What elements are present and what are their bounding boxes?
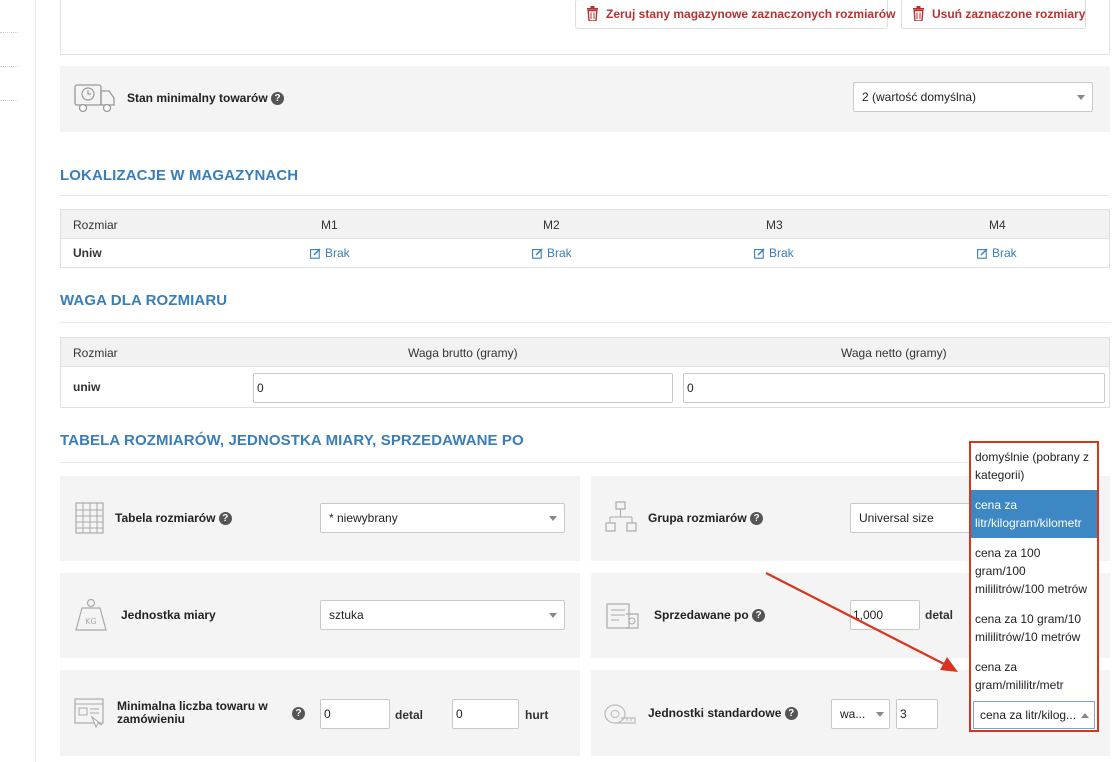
size-group-select[interactable]: Universal size xyxy=(850,503,980,533)
column-header: Waga brutto (gramy) xyxy=(408,346,518,360)
standard-units-label-group: Jednostki standardowe ? xyxy=(648,706,798,721)
help-icon[interactable]: ? xyxy=(271,92,285,106)
section-divider xyxy=(60,195,1110,196)
size-table-panel: Tabela rozmiarów ? * niewybrany xyxy=(60,476,580,561)
dropdown-option[interactable]: cena za 10 gram/10 mililitrów/10 metrów xyxy=(971,610,1097,646)
standard-units-value-input[interactable]: 3 xyxy=(896,699,938,729)
help-icon[interactable]: ? xyxy=(784,707,798,721)
edit-icon xyxy=(310,248,321,259)
size-cell: Uniw xyxy=(73,246,102,260)
sold-by-label: Sprzedawane po xyxy=(654,608,749,622)
column-header: M2 xyxy=(543,218,560,232)
size-group-label: Grupa rozmiarów xyxy=(648,511,747,525)
min-order-label: Minimalna liczba towaru w zamówieniu xyxy=(117,699,268,726)
trash-icon xyxy=(913,6,924,21)
location-link-m4[interactable]: Brak xyxy=(977,246,1017,260)
sold-by-unit: detal xyxy=(925,608,954,622)
min-order-panel: Minimalna liczba towaru w zamówieniu ? 0… xyxy=(60,670,580,756)
min-stock-select-value: 2 (wartość domyślna) xyxy=(862,90,977,104)
rail-divider xyxy=(0,100,18,101)
sold-by-label-group: Sprzedawane po ? xyxy=(654,608,766,623)
net-weight-input[interactable]: 0 xyxy=(683,373,1105,403)
edit-icon xyxy=(977,248,988,259)
help-icon[interactable]: ? xyxy=(752,609,766,623)
dropdown-option[interactable]: cena za 100 gram/100 mililitrów/100 metr… xyxy=(971,544,1097,598)
location-link-m2[interactable]: Brak xyxy=(532,246,572,260)
column-header: M4 xyxy=(989,218,1006,232)
column-header: Rozmiar xyxy=(73,346,118,360)
weight-title: WAGA DLA ROZMIARU xyxy=(60,292,228,309)
trash-icon xyxy=(587,6,598,21)
delete-sizes-label: Usuń zaznaczone rozmiary xyxy=(932,7,1086,21)
left-rail xyxy=(0,0,36,762)
dropdown-option[interactable]: cena za gram/mililitr/metr xyxy=(971,658,1097,694)
size-table-icon xyxy=(75,502,104,534)
column-header: Waga netto (gramy) xyxy=(841,346,947,360)
size-table-label: Tabela rozmiarów xyxy=(115,511,216,525)
help-icon[interactable]: ? xyxy=(218,512,232,526)
size-cell: uniw xyxy=(73,380,101,394)
dropdown-option-selected[interactable]: cena za litr/kilogram/kilometr xyxy=(971,490,1097,538)
chevron-down-icon xyxy=(549,516,557,521)
min-retail-unit: detal xyxy=(395,708,424,722)
min-wholesale-input[interactable]: 0 xyxy=(452,699,519,729)
column-header: M3 xyxy=(766,218,783,232)
unit-label: Jednostka miary xyxy=(121,608,216,622)
rail-divider xyxy=(0,32,18,33)
min-wholesale-unit: hurt xyxy=(525,708,549,722)
weight-kg-icon: KG xyxy=(75,598,107,631)
column-header: M1 xyxy=(321,218,338,232)
help-icon[interactable]: ? xyxy=(750,512,764,526)
table-header: Rozmiar Waga brutto (gramy) Waga netto (… xyxy=(61,338,1109,367)
section-divider xyxy=(60,462,968,463)
scale-icon xyxy=(606,603,639,629)
weight-table: Rozmiar Waga brutto (gramy) Waga netto (… xyxy=(60,337,1110,408)
size-group-icon xyxy=(605,501,637,532)
locations-title: LOKALIZACJE W MAGAZYNACH xyxy=(60,167,299,184)
size-table-label-group: Tabela rozmiarów ? xyxy=(115,511,232,526)
dropdown-option[interactable]: domyślnie (pobrany z kategorii) xyxy=(971,448,1097,484)
tape-measure-icon xyxy=(604,704,636,724)
gross-weight-input[interactable]: 0 xyxy=(253,373,673,403)
min-retail-input[interactable]: 0 xyxy=(320,699,390,729)
table-header: Rozmiar M1 M2 M3 M4 xyxy=(61,210,1109,239)
locations-table: Rozmiar M1 M2 M3 M4 Uniw Brak Brak Brak … xyxy=(60,209,1110,268)
size-group-label-group: Grupa rozmiarów ? xyxy=(648,511,764,526)
location-link-m1[interactable]: Brak xyxy=(310,246,350,260)
column-header: Rozmiar xyxy=(73,218,118,232)
edit-icon xyxy=(754,248,765,259)
delete-sizes-button[interactable]: Usuń zaznaczone rozmiary xyxy=(901,0,1086,29)
standard-units-type-select[interactable]: wa... xyxy=(831,699,890,729)
order-form-icon xyxy=(74,698,104,728)
svg-text:KG: KG xyxy=(85,617,96,626)
delivery-truck-icon xyxy=(74,84,115,113)
chevron-down-icon xyxy=(549,613,557,618)
location-link-m3[interactable]: Brak xyxy=(754,246,794,260)
unit-panel: KG Jednostka miary sztuka xyxy=(60,573,580,658)
rail-divider xyxy=(0,66,18,67)
reset-stock-button[interactable]: Zeruj stany magazynowe zaznaczonych rozm… xyxy=(575,0,895,29)
size-table-select[interactable]: * niewybrany xyxy=(320,503,565,533)
edit-icon xyxy=(532,248,543,259)
standard-units-label: Jednostki standardowe xyxy=(648,706,782,720)
standard-units-select[interactable]: cena za litr/kilog... xyxy=(973,701,1095,729)
unit-select[interactable]: sztuka xyxy=(320,600,565,630)
standard-units-dropdown: domyślnie (pobrany z kategorii) cena za … xyxy=(969,441,1099,732)
min-stock-label-group: Stan minimalny towarów ? xyxy=(127,91,285,106)
sold-by-input[interactable]: 1,000 xyxy=(850,600,920,630)
chevron-down-icon xyxy=(876,712,884,717)
min-stock-select[interactable]: 2 (wartość domyślna) xyxy=(853,82,1093,112)
sizes-actions-box: Zeruj stany magazynowe zaznaczonych rozm… xyxy=(60,0,1110,55)
section-divider xyxy=(60,322,1110,323)
min-stock-label: Stan minimalny towarów xyxy=(127,91,268,105)
min-stock-panel: Stan minimalny towarów ? 2 (wartość domy… xyxy=(60,66,1110,132)
help-icon[interactable]: ? xyxy=(292,707,305,720)
chevron-up-icon xyxy=(1081,713,1089,718)
reset-stock-label: Zeruj stany magazynowe zaznaczonych rozm… xyxy=(606,7,896,21)
sizes-table-title: TABELA ROZMIARÓW, JEDNOSTKA MIARY, SPRZE… xyxy=(60,432,524,449)
chevron-down-icon xyxy=(1077,95,1085,100)
